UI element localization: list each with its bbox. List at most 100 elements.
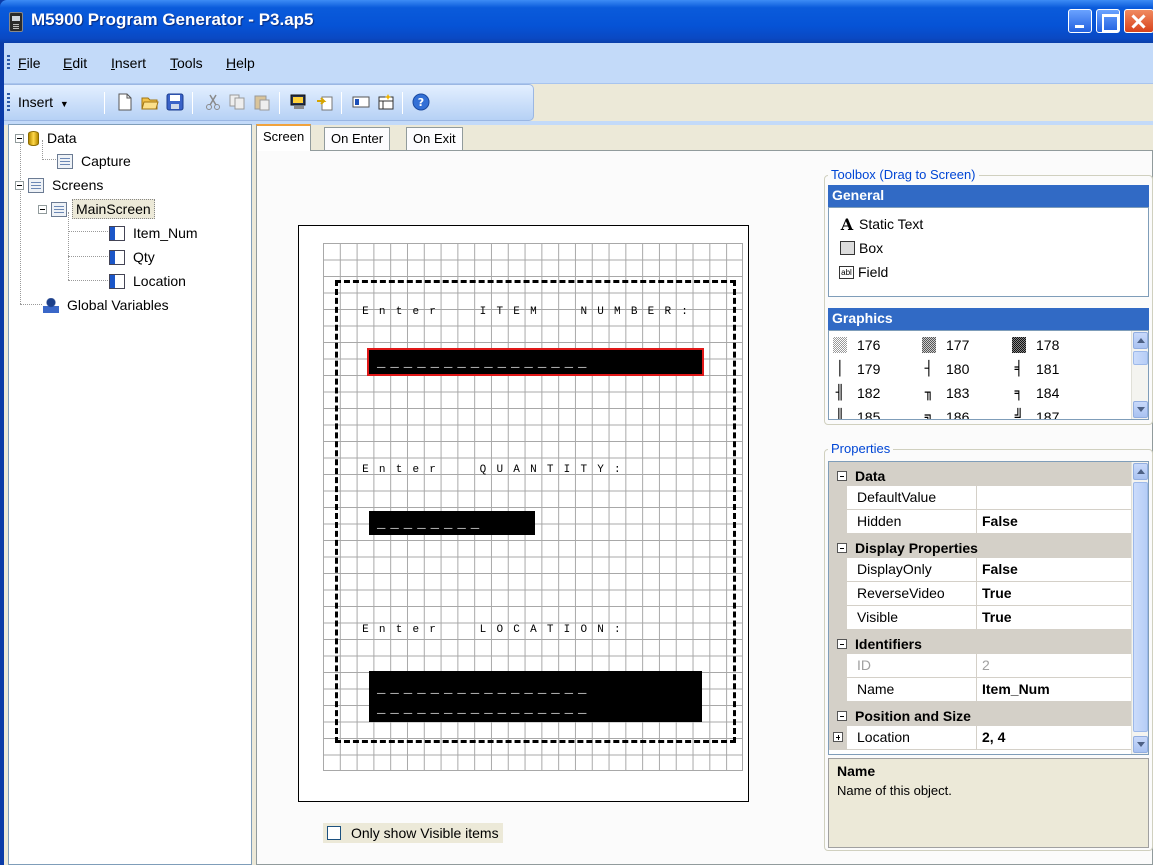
- prop-id[interactable]: ID 2: [829, 654, 1133, 678]
- graphic-item[interactable]: ╢ 182: [833, 385, 881, 401]
- prop-value[interactable]: [977, 486, 1133, 510]
- toolbox-graphics-header[interactable]: Graphics: [828, 308, 1149, 330]
- expand-icon[interactable]: [833, 732, 843, 742]
- tree-item-capture[interactable]: Capture: [57, 150, 134, 172]
- category-position-and-size[interactable]: Position and Size: [829, 702, 1133, 726]
- export-icon[interactable]: [315, 93, 333, 111]
- minimize-button[interactable]: [1068, 9, 1092, 33]
- prompt-quantity[interactable]: Enter QUANTITY:: [357, 464, 626, 480]
- app-icon[interactable]: [9, 12, 23, 32]
- prop-location[interactable]: Location 2, 4: [829, 726, 1133, 750]
- graphic-item[interactable]: ┤ 180: [922, 361, 970, 377]
- graphics-scrollbar[interactable]: [1131, 331, 1148, 419]
- menu-tools[interactable]: Tools: [170, 55, 203, 71]
- field-qty[interactable]: ________: [369, 511, 535, 535]
- scroll-thumb[interactable]: [1133, 351, 1148, 365]
- save-icon[interactable]: [166, 93, 184, 111]
- menu-insert[interactable]: Insert: [111, 55, 146, 71]
- tree-connector: [20, 304, 42, 305]
- category-data[interactable]: Data: [829, 462, 1133, 486]
- collapse-icon[interactable]: [837, 710, 847, 721]
- tree-item-item-num[interactable]: Item_Num: [109, 222, 201, 244]
- scroll-up-button[interactable]: [1133, 332, 1148, 349]
- scroll-down-button[interactable]: [1133, 401, 1148, 418]
- close-button[interactable]: [1124, 9, 1153, 33]
- box-tee-left-icon: ┤: [924, 361, 934, 377]
- prop-value[interactable]: False: [977, 558, 1133, 582]
- menu-help[interactable]: Help: [226, 55, 255, 71]
- collapse-icon[interactable]: [15, 180, 24, 190]
- prop-value[interactable]: True: [977, 606, 1133, 630]
- graphic-item[interactable]: ║ 185: [833, 409, 881, 419]
- import-icon[interactable]: [290, 93, 308, 111]
- graphic-item[interactable]: ╖ 183: [922, 385, 970, 401]
- new-screen-icon[interactable]: [352, 93, 370, 111]
- scroll-up-button[interactable]: [1133, 463, 1148, 480]
- tree-item-mainscreen[interactable]: MainScreen: [38, 198, 155, 220]
- tab-on-exit[interactable]: On Exit: [406, 127, 463, 150]
- tree-item-qty[interactable]: Qty: [109, 246, 158, 268]
- collapse-icon[interactable]: [38, 204, 47, 214]
- scroll-down-button[interactable]: [1133, 736, 1148, 753]
- collapse-icon[interactable]: [15, 133, 24, 143]
- properties-scrollbar[interactable]: [1131, 462, 1148, 754]
- tree-item-data[interactable]: Data: [15, 127, 80, 149]
- collapse-icon[interactable]: [837, 542, 847, 553]
- dropdown-arrow-icon: ▼: [59, 99, 69, 109]
- open-folder-icon[interactable]: [141, 93, 159, 111]
- collapse-icon[interactable]: [837, 638, 847, 649]
- prop-value[interactable]: 2, 4: [977, 726, 1133, 750]
- graphic-item[interactable]: 177: [922, 337, 969, 353]
- copy-icon[interactable]: [228, 93, 246, 111]
- checkbox-box[interactable]: [327, 826, 341, 840]
- toolbox-item-field[interactable]: abl Field: [839, 264, 888, 280]
- insert-dropdown-button[interactable]: Insert ▼: [18, 94, 69, 110]
- tree-item-location[interactable]: Location: [109, 270, 189, 292]
- toolbox-general-header[interactable]: General: [828, 185, 1149, 207]
- graphic-item[interactable]: ╡ 181: [1012, 361, 1060, 377]
- tab-screen[interactable]: Screen: [256, 124, 312, 151]
- graphic-item[interactable]: ╕ 184: [1012, 385, 1060, 401]
- category-display-properties[interactable]: Display Properties: [829, 534, 1133, 558]
- cut-icon[interactable]: [204, 93, 222, 111]
- menu-grip[interactable]: [7, 55, 10, 71]
- tree-item-global-variables[interactable]: Global Variables: [43, 294, 172, 316]
- prop-name-row[interactable]: Name Item_Num: [829, 678, 1133, 702]
- field-location[interactable]: ________________ ________________: [369, 671, 702, 722]
- prop-default-value[interactable]: DefaultValue: [829, 486, 1133, 510]
- new-document-icon[interactable]: [116, 93, 134, 111]
- help-icon[interactable]: ?: [412, 93, 430, 111]
- graphic-item[interactable]: 176: [833, 337, 880, 353]
- tree-item-label: Capture: [81, 153, 131, 169]
- prop-visible[interactable]: Visible True: [829, 606, 1133, 630]
- menu-file[interactable]: File: [18, 55, 41, 71]
- maximize-button[interactable]: [1096, 9, 1120, 33]
- menu-edit[interactable]: Edit: [63, 55, 87, 71]
- new-record-icon[interactable]: [377, 93, 395, 111]
- prop-value[interactable]: False: [977, 510, 1133, 534]
- prompt-location[interactable]: Enter LOCATION:: [357, 624, 626, 640]
- prop-value[interactable]: True: [977, 582, 1133, 606]
- toolbox-item-static-text[interactable]: A Static Text: [839, 215, 924, 234]
- graphic-item[interactable]: 178: [1012, 337, 1059, 353]
- only-visible-checkbox[interactable]: Only show Visible items: [323, 823, 503, 843]
- svg-text:?: ?: [418, 96, 424, 109]
- prop-display-only[interactable]: DisplayOnly False: [829, 558, 1133, 582]
- graphic-item[interactable]: │ 179: [833, 361, 881, 377]
- graphic-item[interactable]: ╗ 186: [922, 409, 970, 419]
- prompt-item-number[interactable]: Enter ITEM NUMBER:: [357, 306, 693, 322]
- prop-reverse-video[interactable]: ReverseVideo True: [829, 582, 1133, 606]
- field-item-num[interactable]: ________________: [367, 348, 704, 376]
- collapse-icon[interactable]: [837, 470, 847, 481]
- toolbar-grip[interactable]: [7, 93, 10, 113]
- category-identifiers[interactable]: Identifiers: [829, 630, 1133, 654]
- graphic-item[interactable]: ╝ 187: [1012, 409, 1060, 419]
- tab-on-enter[interactable]: On Enter: [324, 127, 391, 150]
- prop-hidden[interactable]: Hidden False: [829, 510, 1133, 534]
- tree-item-screens[interactable]: Screens: [15, 174, 106, 196]
- toolbox-item-box[interactable]: Box: [839, 240, 883, 256]
- prop-value[interactable]: Item_Num: [977, 678, 1133, 702]
- paste-icon[interactable]: [253, 93, 271, 111]
- scroll-thumb[interactable]: [1133, 482, 1148, 732]
- screen-char: I: [479, 306, 487, 318]
